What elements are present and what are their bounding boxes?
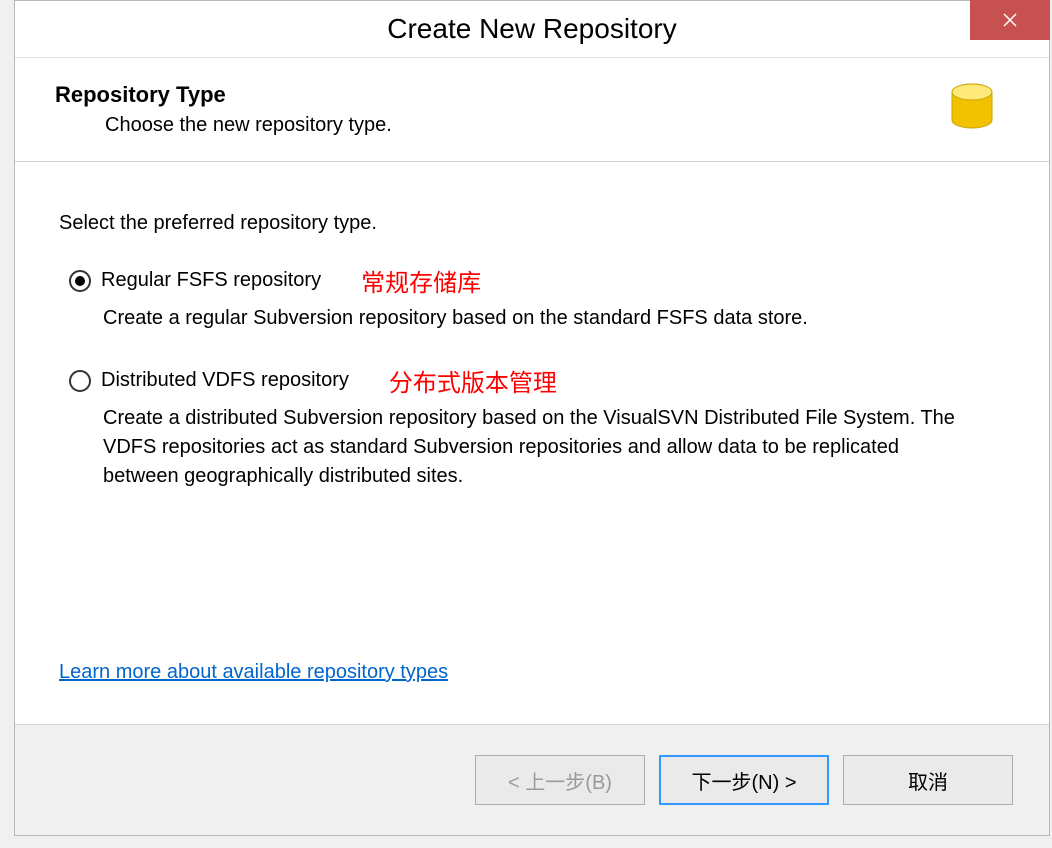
option-vdfs-desc: Create a distributed Subversion reposito… [69,404,969,491]
repository-icon [945,80,999,139]
wizard-footer: < 上一步(B) 下一步(N) > 取消 [15,724,1049,835]
option-fsfs-row: Regular FSFS repository 常规存储库 [69,263,1005,298]
option-vdfs-row: Distributed VDFS repository 分布式版本管理 [69,363,1005,398]
radio-vdfs[interactable] [69,370,91,392]
option-fsfs: Regular FSFS repository 常规存储库 Create a r… [59,263,1005,333]
next-button[interactable]: 下一步(N) > [659,755,829,805]
header-subtitle: Choose the new repository type. [55,114,392,137]
window-title: Create New Repository [387,13,676,45]
option-vdfs-annotation: 分布式版本管理 [389,363,557,398]
titlebar: Create New Repository [15,1,1049,57]
radio-fsfs[interactable] [69,270,91,292]
option-vdfs: Distributed VDFS repository 分布式版本管理 Crea… [59,363,1005,491]
close-button[interactable] [970,0,1050,40]
header-text-block: Repository Type Choose the new repositor… [55,82,392,137]
option-fsfs-annotation: 常规存储库 [361,263,481,298]
dialog-window: Create New Repository Repository Type Ch… [14,0,1050,836]
option-fsfs-desc: Create a regular Subversion repository b… [69,304,969,333]
wizard-body: Select the preferred repository type. Re… [15,162,1049,724]
select-prompt: Select the preferred repository type. [59,212,1005,235]
close-icon [1003,13,1017,27]
learn-more-link[interactable]: Learn more about available repository ty… [59,661,448,684]
option-vdfs-label[interactable]: Distributed VDFS repository [101,369,349,392]
header-title: Repository Type [55,82,392,108]
option-fsfs-label[interactable]: Regular FSFS repository [101,269,321,292]
cancel-button[interactable]: 取消 [843,755,1013,805]
back-button: < 上一步(B) [475,755,645,805]
wizard-header: Repository Type Choose the new repositor… [15,57,1049,162]
